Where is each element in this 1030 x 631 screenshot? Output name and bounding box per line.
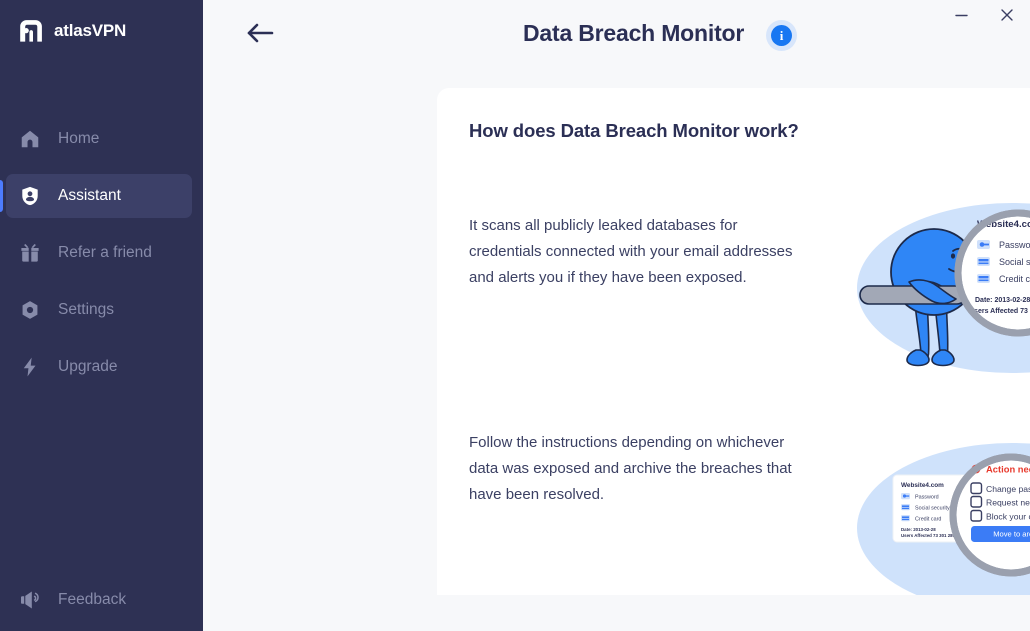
sidebar-item-assistant[interactable]: Assistant bbox=[0, 174, 192, 218]
illus1-item: Credit card bbox=[999, 274, 1030, 284]
svg-text:Password: Password bbox=[915, 495, 939, 501]
illus2-alert: Action needed bbox=[986, 464, 1030, 475]
home-icon bbox=[18, 127, 42, 151]
title-bar: Data Breach Monitor i bbox=[203, 0, 1030, 70]
sidebar-item-label: Settings bbox=[58, 301, 115, 318]
illus1-date: Date: 2013-02-28 bbox=[975, 297, 1030, 304]
megaphone-icon bbox=[18, 588, 42, 612]
shield-person-icon bbox=[18, 184, 42, 208]
minimize-button[interactable] bbox=[938, 0, 984, 30]
sidebar-nav: Home Assistant Refer a friend Settings U… bbox=[0, 117, 203, 389]
scan-breach-illustration: Action needed Change password Request ne… bbox=[849, 190, 1030, 390]
illus1-item: Password bbox=[999, 240, 1030, 250]
close-button[interactable] bbox=[984, 0, 1030, 30]
illus2-task: Change password bbox=[986, 484, 1030, 494]
sidebar-item-label: Feedback bbox=[58, 591, 127, 608]
resolve-breach-illustration: Website4.com Password Social security nu… bbox=[849, 430, 1030, 595]
info-glyph: i bbox=[771, 25, 792, 46]
atlas-monogram-icon bbox=[17, 17, 45, 45]
info-icon[interactable]: i bbox=[766, 20, 797, 51]
sidebar-item-home[interactable]: Home bbox=[6, 117, 192, 161]
content-card: How does Data Breach Monitor work? It sc… bbox=[437, 88, 1030, 595]
sidebar-item-label: Refer a friend bbox=[58, 244, 152, 261]
lightning-bolt-icon bbox=[18, 355, 42, 379]
back-arrow-icon bbox=[245, 21, 275, 50]
paragraph-resolve: Follow the instructions depending on whi… bbox=[469, 434, 792, 503]
gear-icon bbox=[18, 298, 42, 322]
page-title: Data Breach Monitor bbox=[523, 20, 745, 46]
sidebar-item-feedback[interactable]: Feedback bbox=[6, 578, 192, 622]
sidebar-item-refer-a-friend[interactable]: Refer a friend bbox=[6, 231, 192, 275]
illus2-task: Request new social security number bbox=[986, 498, 1030, 508]
section-heading: How does Data Breach Monitor work? bbox=[469, 120, 799, 141]
gift-icon bbox=[18, 241, 42, 265]
svg-text:Users Affected 73 301 280: Users Affected 73 301 280 bbox=[901, 533, 956, 538]
illus2-archive-button: Move to archive bbox=[993, 530, 1030, 539]
app-window: atlasVPN Home Assistant Refer a friend S… bbox=[0, 0, 1030, 631]
brand: atlasVPN bbox=[0, 0, 203, 45]
window-controls bbox=[938, 0, 1030, 30]
brand-name: atlasVPN bbox=[54, 21, 127, 40]
back-button[interactable] bbox=[244, 20, 276, 50]
paragraph-scan: It scans all publicly leaked databases f… bbox=[469, 217, 793, 286]
sidebar-item-label: Home bbox=[58, 130, 100, 147]
svg-text:Credit card: Credit card bbox=[915, 517, 941, 523]
illus1-item: Social security number bbox=[999, 257, 1030, 267]
sidebar-item-label: Upgrade bbox=[58, 358, 118, 375]
card-bottom-gap bbox=[406, 595, 1030, 631]
main-area: Data Breach Monitor i How does Data Brea… bbox=[203, 0, 1030, 631]
illus2-task: Block your credit card bbox=[986, 512, 1030, 522]
sidebar: atlasVPN Home Assistant Refer a friend S… bbox=[0, 0, 203, 631]
sidebar-item-label: Assistant bbox=[58, 187, 121, 204]
svg-text:Website4.com: Website4.com bbox=[901, 482, 944, 489]
sidebar-item-upgrade[interactable]: Upgrade bbox=[6, 345, 192, 389]
svg-text:Date: 2013-02-28: Date: 2013-02-28 bbox=[901, 527, 936, 532]
sidebar-item-settings[interactable]: Settings bbox=[6, 288, 192, 332]
